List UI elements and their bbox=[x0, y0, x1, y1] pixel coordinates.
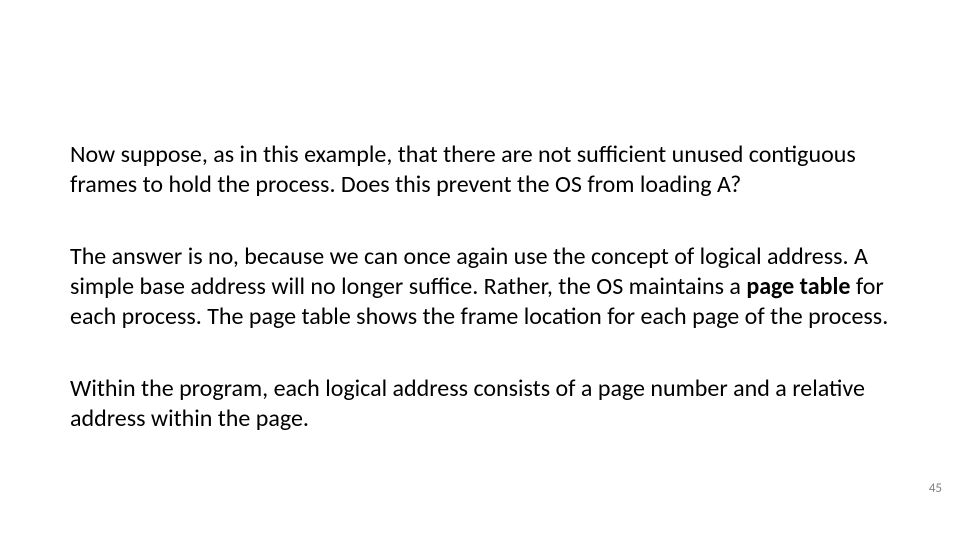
slide: Now suppose, as in this example, that th… bbox=[0, 0, 960, 540]
paragraph-1: Now suppose, as in this example, that th… bbox=[70, 140, 890, 200]
page-number: 45 bbox=[929, 481, 942, 496]
page-table-term: page table bbox=[746, 272, 850, 301]
paragraph-2: The answer is no, because we can once ag… bbox=[70, 242, 890, 332]
paragraph-3: Within the program, each logical address… bbox=[70, 374, 890, 434]
